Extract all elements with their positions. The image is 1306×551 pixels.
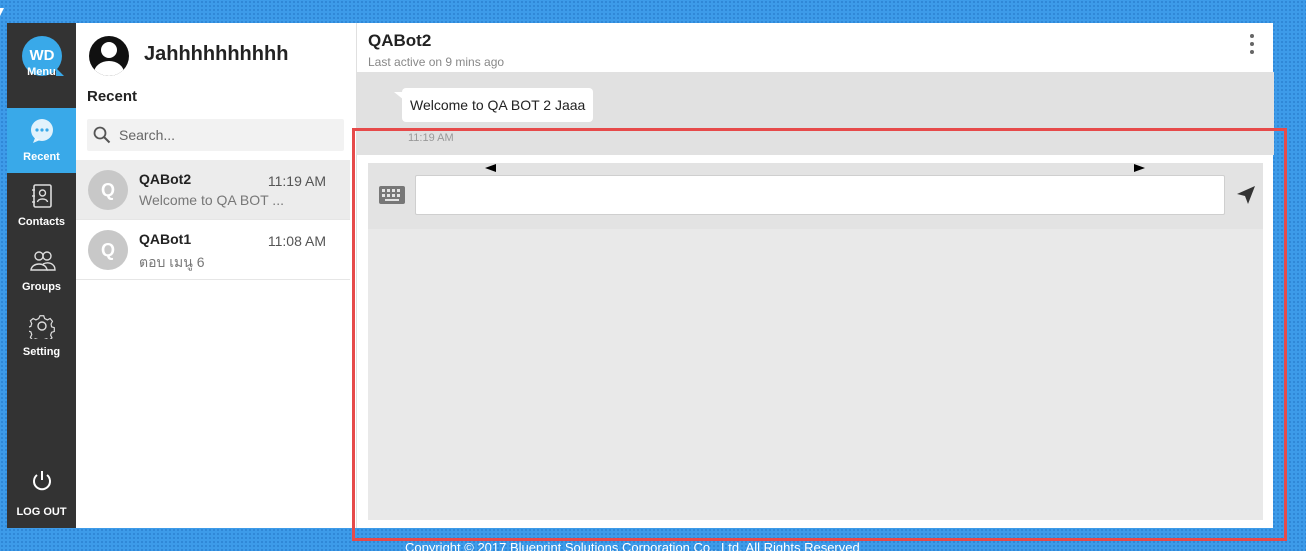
nav-item-recent[interactable]: Recent bbox=[7, 108, 76, 173]
conversation-avatar: Q bbox=[88, 170, 128, 210]
nav-item-groups[interactable]: Groups bbox=[7, 238, 76, 303]
conversation-avatar: Q bbox=[88, 230, 128, 270]
recent-heading: Recent bbox=[87, 88, 138, 105]
contacts-icon bbox=[32, 184, 52, 208]
conversation-name: QABot1 bbox=[139, 231, 192, 247]
chat-title: QABot2 bbox=[368, 31, 432, 50]
nav-item-label: Setting bbox=[22, 346, 61, 358]
more-options-icon[interactable] bbox=[1249, 34, 1255, 58]
conversation-preview: Welcome to QA BOT ... bbox=[139, 192, 284, 208]
list-item[interactable]: Q QABot1 11:08 AM ตอบ เมนู 6 bbox=[76, 220, 350, 280]
list-item[interactable]: Q QABot2 11:19 AM Welcome to QA BOT ... bbox=[76, 160, 350, 220]
profile-name: Jahhhhhhhhhh bbox=[144, 43, 289, 65]
logout-button[interactable]: LOG OUT bbox=[7, 463, 76, 528]
conversation-name: QABot2 bbox=[139, 171, 192, 187]
search-input[interactable]: Search... bbox=[87, 119, 344, 151]
nav-item-label: Contacts bbox=[17, 216, 66, 228]
nav-item-label: Recent bbox=[23, 151, 60, 163]
power-icon bbox=[33, 471, 51, 491]
search-icon bbox=[93, 126, 111, 144]
left-nav: WD Menu Recent Contacts Groups Setting L… bbox=[7, 23, 76, 528]
avatar[interactable] bbox=[89, 36, 129, 76]
nav-item-menu[interactable]: WD Menu bbox=[7, 23, 76, 88]
chat-bubble-icon bbox=[31, 119, 53, 143]
conversation-time: 11:08 AM bbox=[267, 233, 326, 249]
footer-copyright: Copyright © 2017 Blueprint Solutions Cor… bbox=[405, 540, 860, 551]
nav-item-label: Menu bbox=[27, 66, 56, 78]
nav-item-contacts[interactable]: Contacts bbox=[7, 173, 76, 238]
chat-status: Last active on 9 mins ago bbox=[368, 55, 505, 69]
groups-icon bbox=[30, 251, 56, 271]
recent-panel: Jahhhhhhhhhh Recent Search... Q QABot2 1… bbox=[76, 23, 356, 528]
conversation-preview: ตอบ เมนู 6 bbox=[139, 254, 205, 270]
search-placeholder: Search... bbox=[119, 127, 176, 143]
mouse-cursor bbox=[0, 8, 4, 16]
nav-item-setting[interactable]: Setting bbox=[7, 303, 76, 368]
gear-icon bbox=[29, 315, 55, 339]
nav-item-label: Groups bbox=[21, 281, 62, 293]
highlight-box bbox=[352, 128, 1287, 541]
logout-label: LOG OUT bbox=[16, 506, 67, 518]
conversation-time: 11:19 AM bbox=[267, 173, 326, 189]
message-bubble: Welcome to QA BOT 2 Jaaa bbox=[393, 88, 594, 122]
